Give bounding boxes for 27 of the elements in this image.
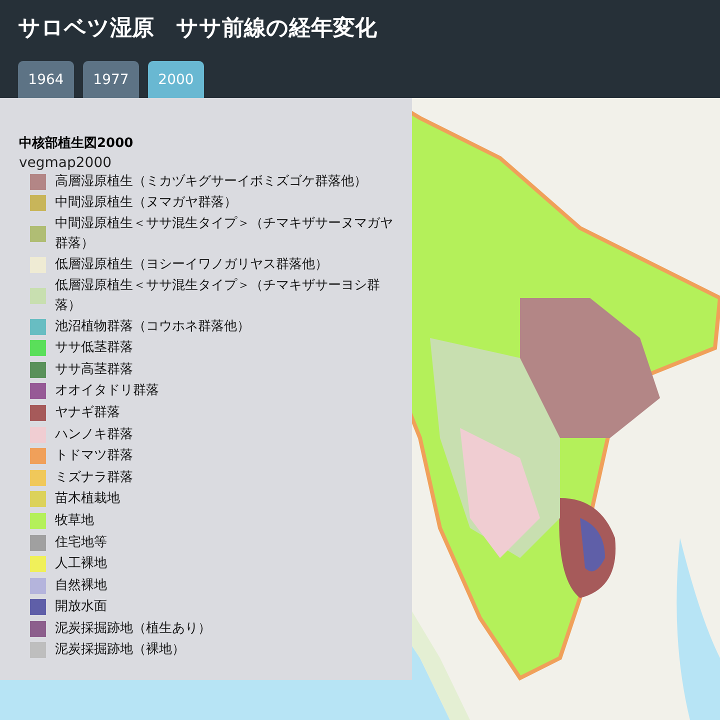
legend-label: 池沼植物群落（コウホネ群落他） [55,318,250,336]
legend-label: 泥炭採掘跡地（植生あり） [55,620,211,638]
legend-label: ササ低茎群落 [55,339,133,358]
layer-name: vegmap2000 [19,155,113,171]
legend-label: 中間湿原植生＜ササ混生タイプ＞（チマキザサーヌマガヤ群落） [55,215,394,254]
legend-label: 人工裸地 [55,555,107,574]
legend-label: ササ高茎群落 [55,360,133,379]
legend-label: オオイタドリ群落 [55,382,159,400]
legend-label: トドマツ群落 [55,447,133,466]
legend-label: 低層湿原植生（ヨシーイワノガリヤス群落他） [55,256,328,274]
page-title: サロベツ湿原 ササ前線の経年変化 [18,14,378,43]
legend-label: 開放水面 [55,598,107,616]
legend-label: ミズナラ群落 [55,468,133,487]
legend-label: 牧草地 [55,512,94,530]
legend-label: 低層湿原植生＜ササ混生タイプ＞（チマキザサーヨシ群落） [55,276,381,315]
legend-title: 中核部植生図2000 [19,134,134,152]
legend-label: ハンノキ群落 [55,426,133,444]
legend-label: 泥炭採掘跡地（裸地） [55,641,185,660]
legend-label: 自然裸地 [55,576,107,595]
map-drawing[interactable] [412,98,720,720]
year-tab[interactable]: 1977 [83,61,139,98]
legend-label: 苗木植栽地 [55,490,120,508]
legend-label: 住宅地等 [55,534,107,552]
year-tab[interactable]: 1964 [18,61,74,98]
legend-label: 中間湿原植生（ヌマガヤ群落） [55,194,237,212]
legend-label: ヤナギ群落 [55,404,120,422]
legend-label: 高層湿原植生（ミカヅキグサーイボミズゴケ群落他） [55,172,367,191]
